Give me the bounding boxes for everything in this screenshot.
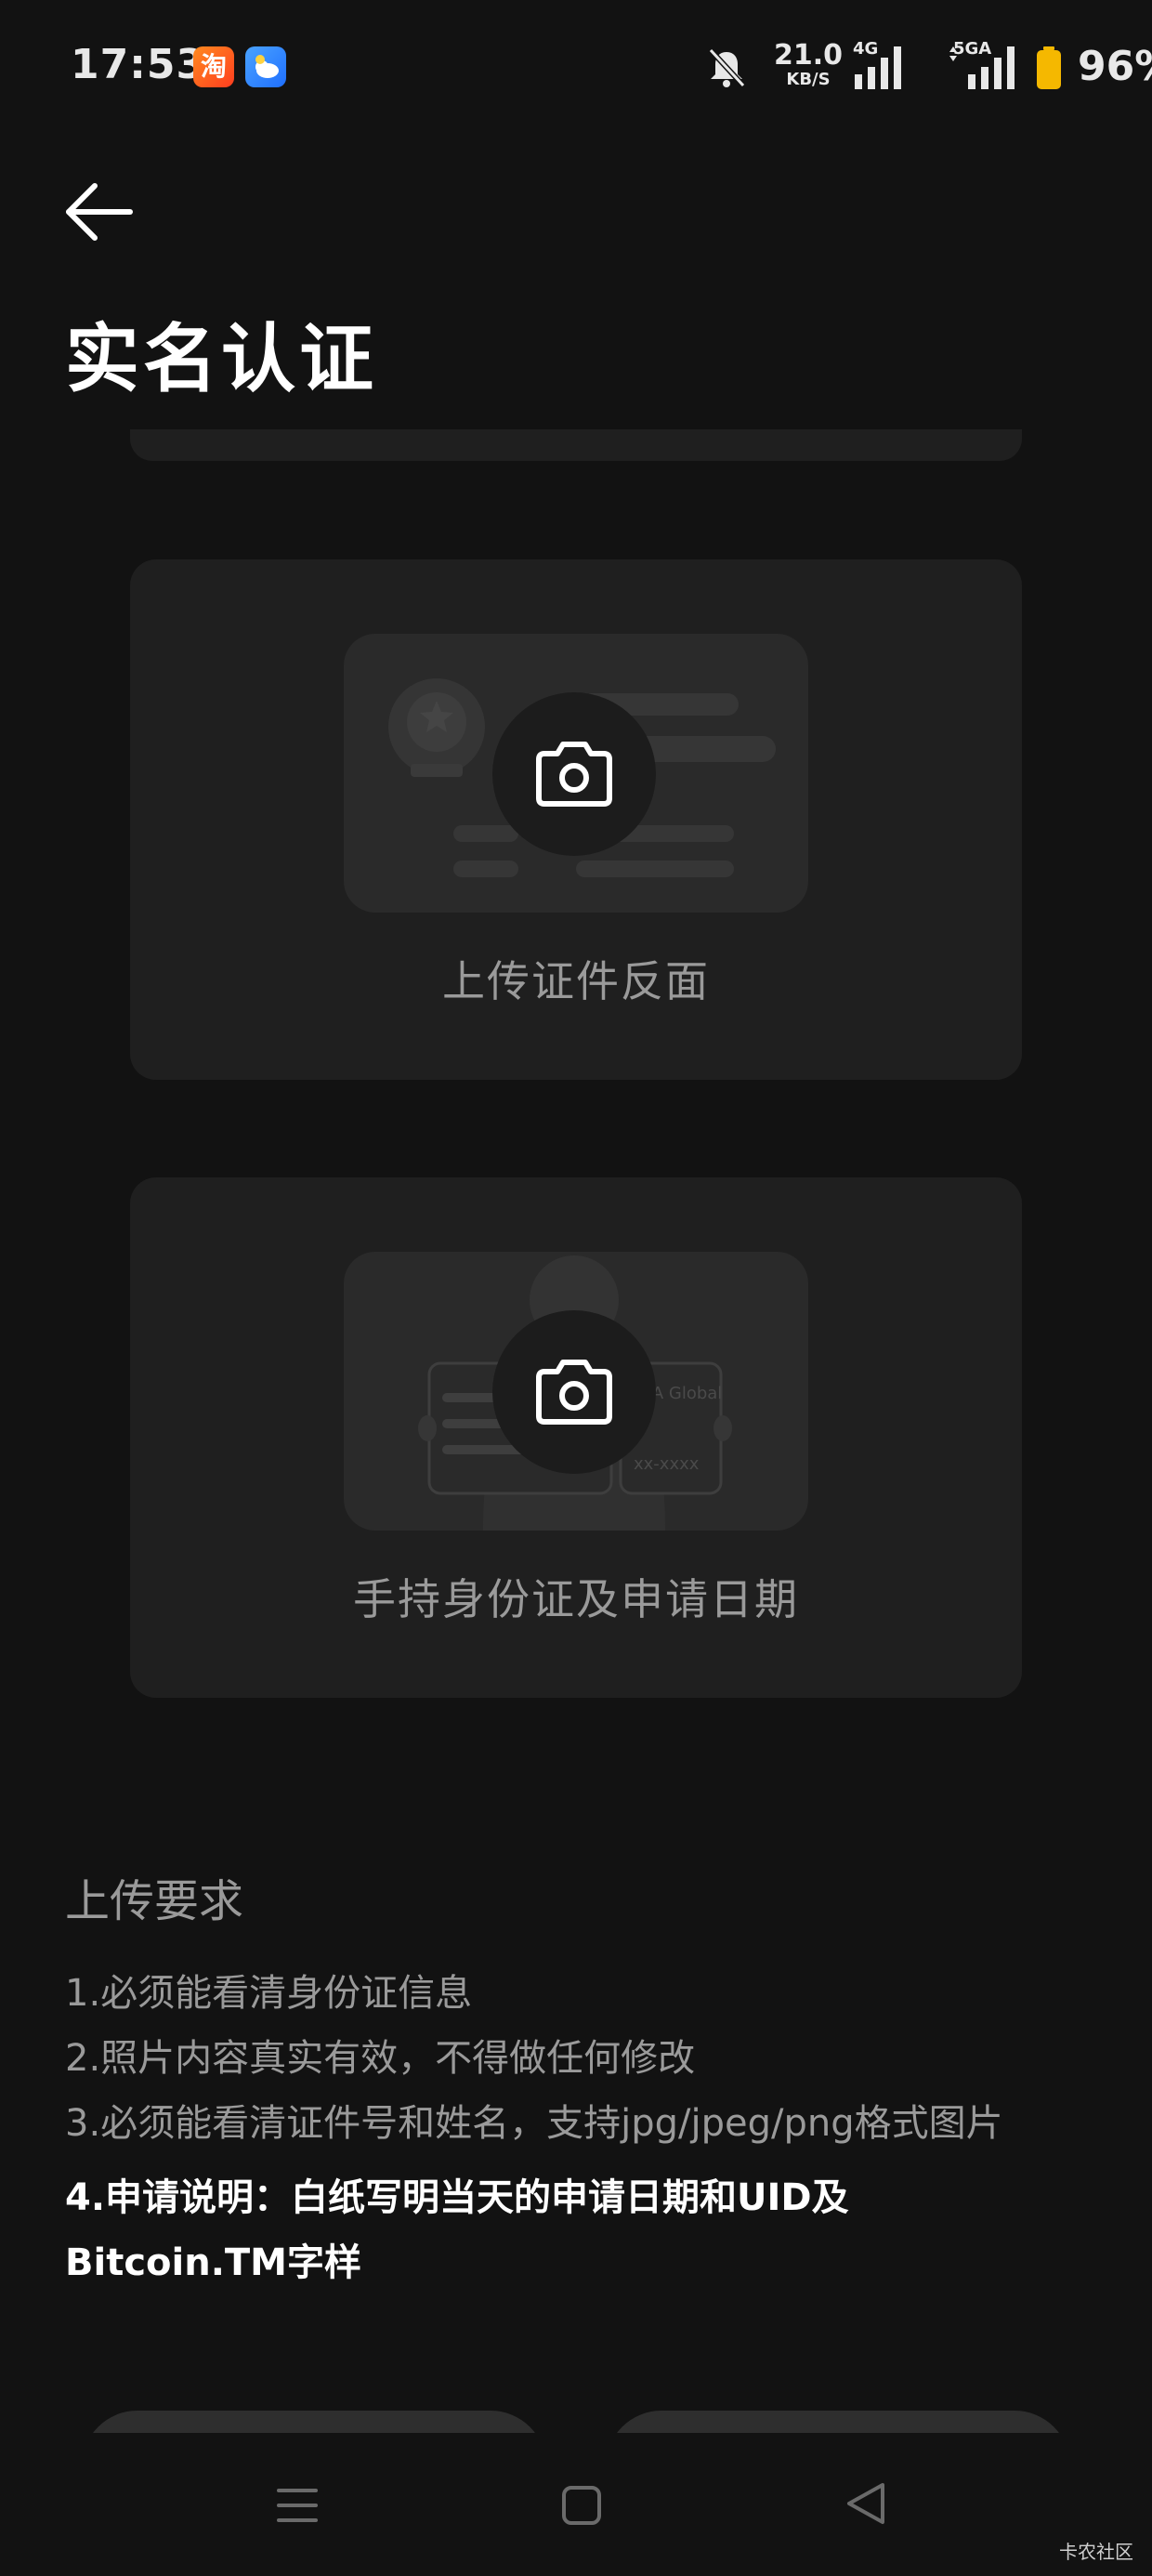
illustration-placeholder-text: xx-xxxx bbox=[634, 1454, 700, 1474]
upload-id-back-label: 上传证件反面 bbox=[442, 956, 710, 1006]
network-speed-value: 21.0 bbox=[773, 39, 844, 72]
network-type-5ga: 5GA bbox=[953, 39, 992, 59]
bell-muted-icon bbox=[706, 46, 747, 93]
status-bar: 17:53 淘 21.0 KB/S 4G 5GA 96 bbox=[0, 0, 1152, 139]
signal-4g-icon: 4G bbox=[853, 39, 909, 99]
camera-icon bbox=[536, 1360, 612, 1425]
back-triangle-icon[interactable] bbox=[844, 2479, 888, 2531]
requirement-item: 1.必须能看清身份证信息 bbox=[65, 1972, 473, 2015]
network-speed: 21.0 KB/S bbox=[771, 41, 845, 89]
camera-button[interactable] bbox=[492, 1310, 656, 1474]
battery-icon bbox=[1035, 46, 1063, 95]
page-title: 实名认证 bbox=[65, 316, 377, 402]
status-time: 17:53 bbox=[71, 41, 206, 88]
network-speed-unit: KB/S bbox=[786, 70, 831, 89]
network-type-4g: 4G bbox=[853, 39, 879, 59]
home-square-icon[interactable] bbox=[559, 2483, 604, 2531]
requirement-item: 3.必须能看清证件号和姓名，支持jpg/jpeg/png格式图片 bbox=[65, 2102, 1003, 2145]
requirement-item-note: 4.申请说明：白纸写明当天的申请日期和UID及Bitcoin.TM字样 bbox=[65, 2176, 849, 2284]
upload-holding-id-card[interactable]: BKA Global xx-xxxx 手持身份证及申请日期 bbox=[130, 1177, 1022, 1698]
upload-card-front-edge[interactable] bbox=[130, 429, 1022, 461]
battery-percent: 96% bbox=[1078, 43, 1152, 90]
watermark: 卡农社区 bbox=[1059, 2541, 1133, 2563]
upload-holding-id-label: 手持身份证及申请日期 bbox=[353, 1574, 799, 1624]
camera-icon bbox=[536, 742, 612, 807]
upload-id-back-card[interactable]: 上传证件反面 bbox=[130, 559, 1022, 1080]
back-button[interactable] bbox=[59, 177, 143, 251]
menu-icon[interactable] bbox=[275, 2483, 320, 2531]
taobao-app-icon: 淘 bbox=[193, 46, 234, 87]
requirement-item: 2.照片内容真实有效，不得做任何修改 bbox=[65, 2037, 696, 2080]
requirements-title: 上传要求 bbox=[65, 1875, 244, 1927]
arrow-left-icon bbox=[66, 183, 133, 241]
weather-app-icon bbox=[245, 46, 286, 87]
signal-5ga-icon: 5GA bbox=[948, 39, 1022, 99]
camera-button[interactable] bbox=[492, 692, 656, 856]
